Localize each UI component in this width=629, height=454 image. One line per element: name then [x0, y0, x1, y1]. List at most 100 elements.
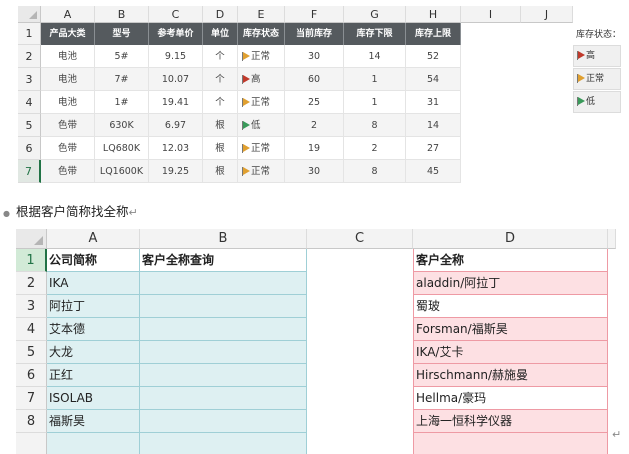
table-cell[interactable]: 根: [203, 160, 238, 183]
table-cell[interactable]: 27: [406, 137, 461, 160]
company-short-cell[interactable]: 福斯昊: [47, 410, 140, 433]
table-cell[interactable]: 12.03: [149, 137, 203, 160]
status-cell[interactable]: 低: [238, 114, 285, 137]
row-header-4[interactable]: 4: [16, 318, 47, 341]
column-header-d[interactable]: D: [203, 6, 238, 23]
table-cell[interactable]: 根: [203, 114, 238, 137]
table-cell[interactable]: LQ680K: [95, 137, 149, 160]
status-cell[interactable]: 高: [238, 68, 285, 91]
row-header-2[interactable]: 2: [18, 45, 41, 68]
table-cell[interactable]: 52: [406, 45, 461, 68]
empty-cell[interactable]: [307, 249, 413, 272]
column-header-j[interactable]: J: [521, 6, 573, 23]
column-header-g[interactable]: G: [344, 6, 406, 23]
column-header-h[interactable]: H: [406, 6, 461, 23]
empty-cell[interactable]: [307, 295, 413, 318]
legend-normal[interactable]: 正常: [573, 68, 621, 90]
table-cell[interactable]: 14: [344, 45, 406, 68]
table-cell[interactable]: 8: [344, 160, 406, 183]
company-short-cell[interactable]: [47, 433, 140, 454]
status-cell[interactable]: 正常: [238, 160, 285, 183]
company-short-cell[interactable]: 正红: [47, 364, 140, 387]
row-header-9[interactable]: [16, 433, 47, 454]
customer-fullname-cell[interactable]: 蜀玻: [413, 295, 608, 318]
table-cell[interactable]: 电池: [41, 68, 95, 91]
empty-cell[interactable]: [307, 341, 413, 364]
table-cell[interactable]: 30: [285, 45, 344, 68]
row-header-7[interactable]: 7: [16, 387, 47, 410]
status-cell[interactable]: 正常: [238, 45, 285, 68]
table-cell[interactable]: 30: [285, 160, 344, 183]
row-header-7[interactable]: 7: [18, 160, 41, 183]
status-cell[interactable]: 正常: [238, 137, 285, 160]
empty-cell[interactable]: [307, 364, 413, 387]
fullname-lookup-cell[interactable]: [140, 272, 307, 295]
row-header-5[interactable]: 5: [18, 114, 41, 137]
fullname-lookup-cell[interactable]: [140, 410, 307, 433]
column-header-b[interactable]: B: [95, 6, 149, 23]
row-header-8[interactable]: 8: [16, 410, 47, 433]
row-header-3[interactable]: 3: [18, 68, 41, 91]
table-cell[interactable]: 色带: [41, 114, 95, 137]
empty-cell[interactable]: [307, 433, 413, 454]
row-header-6[interactable]: 6: [18, 137, 41, 160]
status-cell[interactable]: 正常: [238, 91, 285, 114]
column-header-f[interactable]: F: [285, 6, 344, 23]
row-header-3[interactable]: 3: [16, 295, 47, 318]
table-cell[interactable]: 个: [203, 91, 238, 114]
table-cell[interactable]: 7#: [95, 68, 149, 91]
empty-cell[interactable]: [307, 410, 413, 433]
fullname-lookup-cell[interactable]: [140, 364, 307, 387]
legend-high[interactable]: 高: [573, 45, 621, 67]
customer-fullname-cell[interactable]: IKA/艾卡: [413, 341, 608, 364]
customer-fullname-cell[interactable]: Hellma/豪玛: [413, 387, 608, 410]
row-header-1[interactable]: 1: [16, 249, 47, 272]
row-header-2[interactable]: 2: [16, 272, 47, 295]
fullname-lookup-cell[interactable]: [140, 341, 307, 364]
table-cell[interactable]: 5#: [95, 45, 149, 68]
table-cell[interactable]: 45: [406, 160, 461, 183]
company-short-cell[interactable]: 阿拉丁: [47, 295, 140, 318]
customer-fullname-cell[interactable]: [413, 433, 608, 454]
company-short-cell[interactable]: ISOLAB: [47, 387, 140, 410]
table-cell[interactable]: 19.25: [149, 160, 203, 183]
column-header-c[interactable]: C: [307, 229, 413, 249]
fullname-lookup-cell[interactable]: [140, 387, 307, 410]
column-header-d[interactable]: D: [413, 229, 608, 249]
table-cell[interactable]: 电池: [41, 91, 95, 114]
table-cell[interactable]: 630K: [95, 114, 149, 137]
header-customer-fullname[interactable]: 客户全称: [413, 249, 608, 272]
select-all-corner[interactable]: [18, 6, 41, 23]
table-cell[interactable]: 个: [203, 68, 238, 91]
select-all-corner[interactable]: [16, 229, 47, 249]
empty-cell[interactable]: [307, 318, 413, 341]
table-cell[interactable]: 9.15: [149, 45, 203, 68]
table-cell[interactable]: 色带: [41, 137, 95, 160]
company-short-cell[interactable]: IKA: [47, 272, 140, 295]
table-cell[interactable]: 2: [344, 137, 406, 160]
table-cell[interactable]: 个: [203, 45, 238, 68]
row-header-1[interactable]: 1: [18, 23, 41, 45]
column-header-a[interactable]: A: [41, 6, 95, 23]
column-header-i[interactable]: I: [461, 6, 521, 23]
column-header-b[interactable]: B: [140, 229, 307, 249]
table-cell[interactable]: 8: [344, 114, 406, 137]
table-cell[interactable]: 电池: [41, 45, 95, 68]
legend-low[interactable]: 低: [573, 91, 621, 113]
table-cell[interactable]: 54: [406, 68, 461, 91]
empty-cell[interactable]: [307, 387, 413, 410]
row-header-6[interactable]: 6: [16, 364, 47, 387]
table-cell[interactable]: LQ1600K: [95, 160, 149, 183]
table-cell[interactable]: 19: [285, 137, 344, 160]
column-header-e[interactable]: E: [238, 6, 285, 23]
customer-fullname-cell[interactable]: aladdin/阿拉丁: [413, 272, 608, 295]
row-header-5[interactable]: 5: [16, 341, 47, 364]
column-header-e[interactable]: [608, 229, 616, 249]
table-cell[interactable]: 2: [285, 114, 344, 137]
table-cell[interactable]: 25: [285, 91, 344, 114]
table-cell[interactable]: 6.97: [149, 114, 203, 137]
company-short-cell[interactable]: 大龙: [47, 341, 140, 364]
table-cell[interactable]: 14: [406, 114, 461, 137]
header-fullname-lookup[interactable]: 客户全称查询: [140, 249, 307, 272]
header-company-short[interactable]: 公司简称: [47, 249, 140, 272]
